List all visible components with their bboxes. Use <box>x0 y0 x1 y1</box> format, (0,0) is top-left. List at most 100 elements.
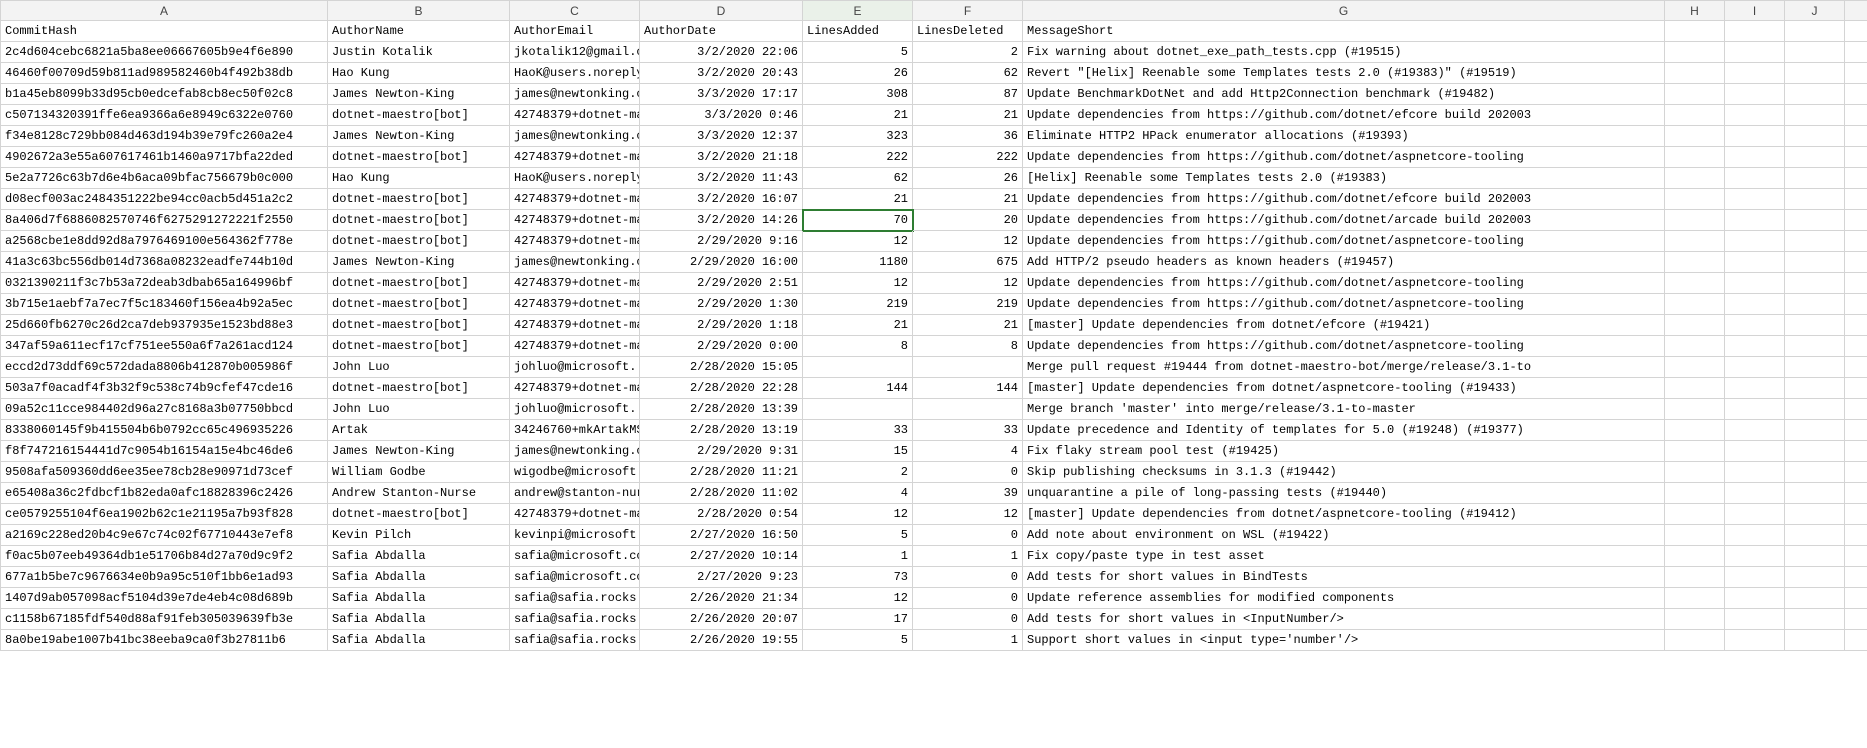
header-cell-H[interactable] <box>1665 21 1725 42</box>
cell-B-28[interactable]: Safia Abdalla <box>328 588 510 609</box>
cell-C-25[interactable]: kevinpi@microsoft. <box>510 525 640 546</box>
cell-C-16[interactable]: 42748379+dotnet-ma <box>510 336 640 357</box>
cell-B-20[interactable]: Artak <box>328 420 510 441</box>
cell-J-22[interactable] <box>1785 462 1845 483</box>
column-header-I[interactable]: I <box>1725 0 1785 21</box>
cell-K-7[interactable] <box>1845 147 1867 168</box>
cell-I-19[interactable] <box>1725 399 1785 420</box>
cell-H-17[interactable] <box>1665 357 1725 378</box>
cell-K-20[interactable] <box>1845 420 1867 441</box>
cell-E-19[interactable] <box>803 399 913 420</box>
cell-F-30[interactable]: 1 <box>913 630 1023 651</box>
cell-F-10[interactable]: 20 <box>913 210 1023 231</box>
cell-I-24[interactable] <box>1725 504 1785 525</box>
header-cell-B[interactable]: AuthorName <box>328 21 510 42</box>
cell-H-25[interactable] <box>1665 525 1725 546</box>
cell-I-30[interactable] <box>1725 630 1785 651</box>
cell-G-26[interactable]: Fix copy/paste type in test asset <box>1023 546 1665 567</box>
cell-B-6[interactable]: James Newton-King <box>328 126 510 147</box>
cell-J-3[interactable] <box>1785 63 1845 84</box>
cell-K-15[interactable] <box>1845 315 1867 336</box>
cell-B-8[interactable]: Hao Kung <box>328 168 510 189</box>
cell-E-10[interactable]: 70 <box>803 210 913 231</box>
cell-D-14[interactable]: 2/29/2020 1:30 <box>640 294 803 315</box>
cell-K-24[interactable] <box>1845 504 1867 525</box>
cell-J-10[interactable] <box>1785 210 1845 231</box>
cell-K-8[interactable] <box>1845 168 1867 189</box>
cell-G-2[interactable]: Fix warning about dotnet_exe_path_tests.… <box>1023 42 1665 63</box>
cell-C-18[interactable]: 42748379+dotnet-ma <box>510 378 640 399</box>
cell-K-5[interactable] <box>1845 105 1867 126</box>
cell-J-30[interactable] <box>1785 630 1845 651</box>
cell-B-10[interactable]: dotnet-maestro[bot] <box>328 210 510 231</box>
cell-C-3[interactable]: HaoK@users.noreply <box>510 63 640 84</box>
cell-K-29[interactable] <box>1845 609 1867 630</box>
cell-C-17[interactable]: johluo@microsoft. <box>510 357 640 378</box>
cell-H-3[interactable] <box>1665 63 1725 84</box>
cell-I-22[interactable] <box>1725 462 1785 483</box>
column-header-F[interactable]: F <box>913 0 1023 21</box>
cell-E-16[interactable]: 8 <box>803 336 913 357</box>
cell-J-17[interactable] <box>1785 357 1845 378</box>
cell-F-29[interactable]: 0 <box>913 609 1023 630</box>
cell-B-25[interactable]: Kevin Pilch <box>328 525 510 546</box>
cell-B-3[interactable]: Hao Kung <box>328 63 510 84</box>
header-cell-E[interactable]: LinesAdded <box>803 21 913 42</box>
cell-G-11[interactable]: Update dependencies from https://github.… <box>1023 231 1665 252</box>
cell-A-2[interactable]: 2c4d604cebc6821a5ba8ee06667605b9e4f6e890 <box>0 42 328 63</box>
cell-C-11[interactable]: 42748379+dotnet-ma <box>510 231 640 252</box>
cell-B-12[interactable]: James Newton-King <box>328 252 510 273</box>
cell-H-15[interactable] <box>1665 315 1725 336</box>
cell-C-21[interactable]: james@newtonking.c <box>510 441 640 462</box>
cell-I-29[interactable] <box>1725 609 1785 630</box>
cell-K-25[interactable] <box>1845 525 1867 546</box>
cell-K-27[interactable] <box>1845 567 1867 588</box>
cell-G-4[interactable]: Update BenchmarkDotNet and add Http2Conn… <box>1023 84 1665 105</box>
cell-I-8[interactable] <box>1725 168 1785 189</box>
cell-C-4[interactable]: james@newtonking.c <box>510 84 640 105</box>
cell-A-13[interactable]: 0321390211f3c7b53a72deab3dbab65a164996bf <box>0 273 328 294</box>
cell-K-12[interactable] <box>1845 252 1867 273</box>
cell-F-12[interactable]: 675 <box>913 252 1023 273</box>
cell-D-2[interactable]: 3/2/2020 22:06 <box>640 42 803 63</box>
column-header-H[interactable]: H <box>1665 0 1725 21</box>
cell-H-29[interactable] <box>1665 609 1725 630</box>
cell-C-28[interactable]: safia@safia.rocks <box>510 588 640 609</box>
cell-F-23[interactable]: 39 <box>913 483 1023 504</box>
cell-B-17[interactable]: John Luo <box>328 357 510 378</box>
cell-C-6[interactable]: james@newtonking.c <box>510 126 640 147</box>
cell-C-29[interactable]: safia@safia.rocks <box>510 609 640 630</box>
cell-E-5[interactable]: 21 <box>803 105 913 126</box>
cell-F-18[interactable]: 144 <box>913 378 1023 399</box>
header-cell-A[interactable]: CommitHash <box>0 21 328 42</box>
cell-F-13[interactable]: 12 <box>913 273 1023 294</box>
cell-H-22[interactable] <box>1665 462 1725 483</box>
cell-K-22[interactable] <box>1845 462 1867 483</box>
cell-F-28[interactable]: 0 <box>913 588 1023 609</box>
cell-A-6[interactable]: f34e8128c729bb084d463d194b39e79fc260a2e4 <box>0 126 328 147</box>
cell-D-3[interactable]: 3/2/2020 20:43 <box>640 63 803 84</box>
cell-D-29[interactable]: 2/26/2020 20:07 <box>640 609 803 630</box>
cell-F-7[interactable]: 222 <box>913 147 1023 168</box>
cell-E-4[interactable]: 308 <box>803 84 913 105</box>
cell-H-12[interactable] <box>1665 252 1725 273</box>
cell-G-24[interactable]: [master] Update dependencies from dotnet… <box>1023 504 1665 525</box>
cell-F-14[interactable]: 219 <box>913 294 1023 315</box>
cell-A-21[interactable]: f8f747216154441d7c9054b16154a15e4bc46de6 <box>0 441 328 462</box>
cell-I-13[interactable] <box>1725 273 1785 294</box>
cell-J-5[interactable] <box>1785 105 1845 126</box>
cell-E-18[interactable]: 144 <box>803 378 913 399</box>
cell-H-5[interactable] <box>1665 105 1725 126</box>
cell-H-13[interactable] <box>1665 273 1725 294</box>
cell-G-19[interactable]: Merge branch 'master' into merge/release… <box>1023 399 1665 420</box>
cell-F-16[interactable]: 8 <box>913 336 1023 357</box>
cell-A-26[interactable]: f0ac5b07eeb49364db1e51706b84d27a70d9c9f2 <box>0 546 328 567</box>
cell-K-30[interactable] <box>1845 630 1867 651</box>
column-header-E[interactable]: E <box>803 0 913 21</box>
cell-J-4[interactable] <box>1785 84 1845 105</box>
cell-B-29[interactable]: Safia Abdalla <box>328 609 510 630</box>
cell-D-11[interactable]: 2/29/2020 9:16 <box>640 231 803 252</box>
cell-C-20[interactable]: 34246760+mkArtakMS <box>510 420 640 441</box>
cell-A-10[interactable]: 8a406d7f6886082570746f6275291272221f2550 <box>0 210 328 231</box>
cell-B-11[interactable]: dotnet-maestro[bot] <box>328 231 510 252</box>
